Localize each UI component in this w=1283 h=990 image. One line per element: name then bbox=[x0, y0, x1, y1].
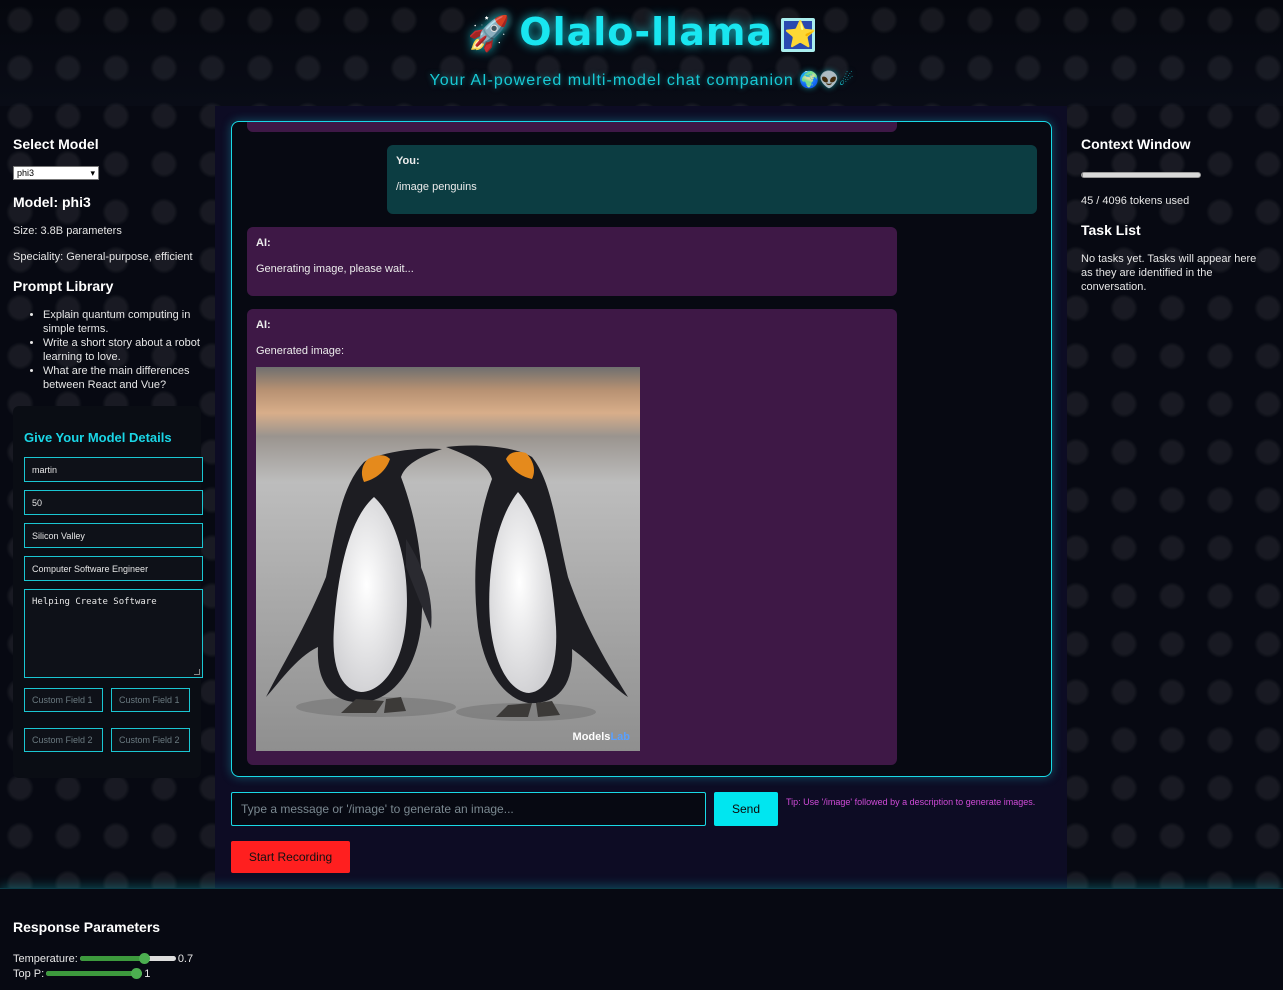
task-list-empty: No tasks yet. Tasks will appear here as … bbox=[1081, 253, 1257, 293]
message-input[interactable]: Type a message or '/image' to generate a… bbox=[231, 792, 706, 826]
prompt-item[interactable]: What are the main differences between Re… bbox=[43, 364, 202, 392]
ai-message-partial bbox=[247, 122, 897, 132]
send-button[interactable]: Send bbox=[714, 792, 778, 826]
temperature-value: 0.7 bbox=[177, 952, 194, 965]
context-window-heading: Context Window bbox=[1081, 136, 1191, 152]
bio-text: Helping Create Software bbox=[32, 597, 157, 607]
user-message: You: /image penguins bbox=[387, 145, 1037, 214]
message-sender: AI: bbox=[256, 237, 271, 249]
occupation-field[interactable]: Computer Software Engineer bbox=[24, 556, 203, 581]
model-size: Size: 3.8B parameters bbox=[13, 225, 122, 237]
custom-field-1-input[interactable]: Custom Field 1 bbox=[24, 688, 103, 712]
custom-field-2-input[interactable]: Custom Field 2 bbox=[24, 728, 103, 752]
temperature-row: Temperature: 0.7 bbox=[13, 951, 1270, 966]
age-field[interactable]: 50 bbox=[24, 490, 203, 515]
globe-alien-comet-icons: 🌍👽☄ bbox=[799, 72, 854, 89]
start-recording-button[interactable]: Start Recording bbox=[231, 841, 350, 873]
model-details-heading: Give Your Model Details bbox=[24, 430, 172, 445]
model-select[interactable]: phi3 ▾ bbox=[13, 166, 99, 180]
right-sidebar: Context Window 45 / 4096 tokens used Tas… bbox=[1067, 106, 1283, 888]
ai-message: AI: Generating image, please wait... bbox=[247, 227, 897, 296]
resize-grip-icon[interactable] bbox=[194, 669, 200, 675]
top-p-label: Top P: bbox=[13, 967, 45, 980]
model-speciality: Speciality: General-purpose, efficient bbox=[13, 251, 193, 263]
message-text: Generated image: bbox=[256, 345, 345, 357]
watermark-text-b: Lab bbox=[610, 731, 630, 743]
custom-field-row: Custom Field 2 Custom Field 2 bbox=[24, 728, 190, 752]
prompt-library-list: Explain quantum computing in simple term… bbox=[13, 308, 202, 392]
custom-field-2-value-input[interactable]: Custom Field 2 bbox=[111, 728, 190, 752]
prompt-item[interactable]: Explain quantum computing in simple term… bbox=[43, 308, 202, 336]
prompt-item[interactable]: Write a short story about a robot learni… bbox=[43, 336, 202, 364]
tokens-used: 45 / 4096 tokens used bbox=[1081, 195, 1190, 207]
bio-textarea[interactable]: Helping Create Software bbox=[24, 589, 203, 678]
temperature-slider[interactable] bbox=[79, 953, 176, 964]
top-p-row: Top P: 1 bbox=[13, 966, 1270, 981]
context-progress-fill bbox=[1082, 173, 1084, 177]
name-field[interactable]: martin bbox=[24, 457, 203, 482]
rocket-icon: 🚀 bbox=[467, 14, 512, 54]
chat-history[interactable]: You: /image penguins AI: Generating imag… bbox=[231, 121, 1052, 777]
message-sender: You: bbox=[396, 155, 420, 167]
app-title-text: Olalo-llama bbox=[519, 10, 774, 54]
top-p-slider-handle[interactable] bbox=[131, 968, 143, 979]
left-sidebar: Select Model phi3 ▾ Model: phi3 Size: 3.… bbox=[0, 106, 215, 888]
app-subtitle-text: Your AI-powered multi-model chat compani… bbox=[429, 72, 794, 89]
custom-field-row: Custom Field 1 Custom Field 1 bbox=[24, 688, 190, 712]
app-title: 🚀 Olalo-llama ⭐ bbox=[0, 10, 1283, 54]
select-model-heading: Select Model bbox=[13, 136, 99, 152]
top-p-slider[interactable] bbox=[46, 968, 143, 979]
custom-field-1-value-input[interactable]: Custom Field 1 bbox=[111, 688, 190, 712]
message-text: /image penguins bbox=[396, 181, 477, 193]
message-composer: Type a message or '/image' to generate a… bbox=[231, 792, 1053, 826]
app-header: 🚀 Olalo-llama ⭐ Your AI-powered multi-mode… bbox=[0, 0, 1283, 106]
star-icon: ⭐ bbox=[781, 17, 816, 52]
ai-image-message: AI: Generated image: ModelsLab bbox=[247, 309, 897, 765]
temperature-slider-handle[interactable] bbox=[139, 953, 151, 964]
message-sender: AI: bbox=[256, 319, 271, 331]
location-field[interactable]: Silicon Valley bbox=[24, 523, 203, 548]
top-p-value: 1 bbox=[144, 967, 151, 980]
context-progress-bar bbox=[1081, 172, 1201, 178]
temperature-label: Temperature: bbox=[13, 952, 78, 965]
model-details-panel: Give Your Model Details martin 50 Silico… bbox=[13, 406, 203, 778]
response-parameters-panel: Response Parameters Temperature: 0.7 Top… bbox=[0, 888, 1283, 990]
temperature-slider-fill bbox=[79, 956, 145, 961]
prompt-library-heading: Prompt Library bbox=[13, 278, 114, 294]
message-text: Generating image, please wait... bbox=[256, 263, 414, 275]
chevron-down-icon: ▾ bbox=[90, 167, 95, 178]
image-watermark: ModelsLab bbox=[573, 731, 630, 743]
watermark-text-a: Models bbox=[572, 731, 611, 743]
response-parameters-heading: Response Parameters bbox=[13, 919, 161, 935]
model-select-value: phi3 bbox=[17, 168, 35, 178]
chat-main: You: /image penguins AI: Generating imag… bbox=[215, 106, 1067, 888]
penguins-illustration bbox=[256, 367, 640, 751]
image-tip: Tip: Use '/image' followed by a descript… bbox=[786, 797, 1036, 807]
top-p-slider-fill bbox=[46, 971, 137, 976]
task-list-heading: Task List bbox=[1081, 222, 1141, 238]
model-title: Model: phi3 bbox=[13, 194, 91, 210]
app-subtitle: Your AI-powered multi-model chat compani… bbox=[0, 70, 1283, 90]
generated-penguin-image[interactable]: ModelsLab bbox=[256, 367, 640, 751]
